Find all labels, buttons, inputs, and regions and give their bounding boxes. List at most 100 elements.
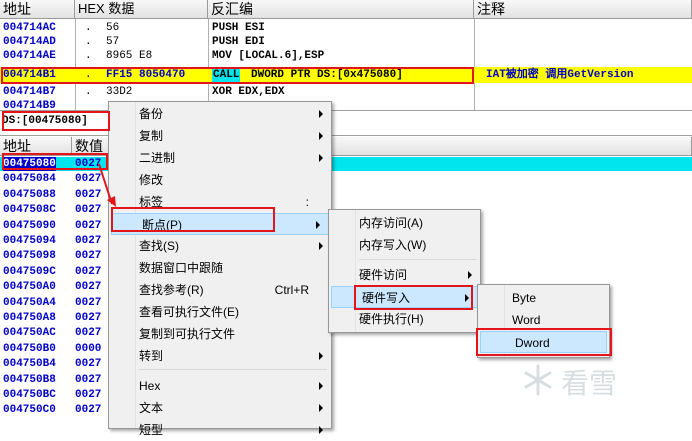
dump-value: 0027	[75, 312, 102, 324]
breakpoint-menu-item[interactable]: 内存写入(W)	[329, 234, 480, 256]
column-header-comment[interactable]: 注释	[474, 0, 692, 19]
dump-value: 0027	[75, 327, 102, 340]
dump-row[interactable]: 004750A8 0027	[0, 311, 108, 325]
dump-address: 004750B8	[3, 373, 56, 386]
dump-row[interactable]: 004750B8 0027	[0, 373, 108, 387]
context-menu-item[interactable]: 复制到可执行文件	[109, 323, 331, 345]
dump-row[interactable]: 0047509C 0027	[0, 265, 108, 279]
disasm-row[interactable]: 004714B9	[0, 100, 692, 110]
menu-item-label: 备份	[139, 107, 164, 121]
watermark-text: 看雪	[561, 367, 618, 400]
row-disasm: PUSH EDI	[212, 36, 265, 48]
dump-address: 004750C0	[3, 404, 56, 417]
context-menu-item[interactable]: 数据窗口中跟随	[109, 257, 331, 279]
breakpoint-menu-item[interactable]: 硬件访问	[329, 264, 480, 286]
row-address: 004714B7	[3, 86, 56, 98]
menu-item-label: 查看可执行文件(E)	[139, 305, 239, 319]
menu-item-shortcut: :	[305, 195, 309, 209]
disasm-row[interactable]: 004714AC . 56 PUSH ESI	[0, 22, 692, 35]
menu-item-label: 二进制	[139, 151, 176, 165]
dump-row[interactable]: 00475084 0027	[0, 172, 108, 186]
context-menu-item[interactable]: Hex	[109, 375, 331, 397]
context-menu-item[interactable]: 备份	[109, 103, 331, 125]
menu-item-label: 内存访问(A)	[359, 216, 423, 230]
context-menu-item[interactable]: 文本	[109, 397, 331, 419]
row-hex: 8965 E8	[106, 50, 153, 62]
column-header-address[interactable]: 地址	[0, 0, 75, 19]
submenu-arrow-icon	[319, 404, 323, 412]
menu-item-label: 内存写入(W)	[359, 238, 427, 252]
dump-value: 0027	[75, 404, 102, 417]
submenu-arrow-icon	[319, 382, 323, 390]
dump-address: 004750A4	[3, 296, 56, 309]
menu-item-label: 复制	[139, 129, 164, 143]
dump-address: 004750B0	[3, 342, 56, 355]
menu-item-label: 复制到可执行文件	[139, 327, 236, 341]
dump-row[interactable]: 0047508C 0027	[0, 203, 108, 217]
context-menu-item[interactable]: 复制	[109, 125, 331, 147]
context-menu-item[interactable]: 转到	[109, 345, 331, 367]
row-marker: .	[85, 36, 92, 48]
dump-value: 0027	[75, 219, 102, 232]
dump-value: 0027	[75, 358, 102, 371]
dump-address: 004750BC	[3, 389, 56, 401]
menu-item-label: 修改	[139, 173, 164, 187]
dump-row[interactable]: 004750BC 0027	[0, 388, 108, 402]
context-menu-item[interactable]: 查找参考(R) Ctrl+R	[109, 279, 331, 301]
context-menu-item[interactable]: 查找(S)	[109, 235, 331, 257]
submenu-arrow-icon	[468, 271, 472, 279]
annotation-box-dump-row	[2, 153, 108, 170]
menu-item-label: 数据窗口中跟随	[139, 261, 224, 275]
dump-value: 0027	[75, 235, 102, 247]
dump-address: 004750B4	[3, 358, 56, 371]
dump-row[interactable]: 004750C0 0027	[0, 403, 108, 417]
menu-item-label: 文本	[139, 401, 164, 415]
dump-row[interactable]: 004750AC 0027	[0, 326, 108, 340]
snowflake-logo-icon	[524, 364, 552, 396]
disasm-row[interactable]: 004714AE . 8965 E8 MOV [LOCAL.6],ESP	[0, 50, 692, 63]
dump-address: 00475090	[3, 219, 56, 232]
context-menu-item[interactable]: 二进制	[109, 147, 331, 169]
dump-rows: 00475080 0027 00475084 0027 00475088 0027 0047…	[0, 157, 110, 429]
row-marker: .	[85, 86, 92, 98]
breakpoint-menu-item[interactable]: 硬件执行(H)	[329, 308, 480, 330]
column-header-disasm[interactable]: 反汇编	[208, 0, 474, 19]
dump-value: 0027	[75, 265, 102, 278]
annotation-box-breakpoint	[111, 207, 275, 232]
menu-separator	[139, 369, 327, 370]
context-menu-item[interactable]: 查看可执行文件(E)	[109, 301, 331, 323]
dump-value: 0027	[75, 296, 102, 309]
dump-row[interactable]: 004750A4 0027	[0, 296, 108, 310]
context-menu-item[interactable]: 修改	[109, 169, 331, 191]
cpu-pane: 地址 HEX 数据 反汇编 注释 004714AC . 56 PUSH ESI …	[0, 0, 692, 110]
row-comment: IAT被加密 调用GetVersion	[486, 69, 634, 81]
dump-address: 004750A0	[3, 281, 56, 294]
watermark: 看雪	[521, 360, 671, 400]
dump-value: 0027	[75, 250, 102, 263]
dump-row[interactable]: 00475094 0027	[0, 234, 108, 248]
disasm-row[interactable]: 004714B7 . 33D2 XOR EDX,EDX	[0, 86, 692, 99]
annotation-box-info-address	[2, 111, 110, 131]
submenu-arrow-icon	[319, 242, 323, 250]
dump-row[interactable]: 00475088 0027	[0, 188, 108, 202]
row-address: 004714AC	[3, 22, 56, 34]
size-menu-item[interactable]: Byte	[478, 287, 609, 309]
dump-address: 00475084	[3, 173, 56, 186]
dump-row[interactable]: 004750B0 0000	[0, 342, 108, 356]
submenu-arrow-icon	[319, 426, 323, 434]
dump-address: 00475088	[3, 188, 56, 201]
menu-item-label: 硬件访问	[359, 268, 408, 282]
menu-item-label: Hex	[139, 379, 161, 393]
row-address: 004714AD	[3, 36, 56, 48]
column-header-hex[interactable]: HEX 数据	[75, 0, 208, 19]
dump-row[interactable]: 00475090 0027	[0, 219, 108, 233]
dump-row[interactable]: 004750A0 0027	[0, 280, 108, 294]
submenu-arrow-icon	[319, 132, 323, 140]
breakpoint-menu-item[interactable]: 内存访问(A)	[329, 212, 480, 234]
disasm-row[interactable]: 004714AD . 57 PUSH EDI	[0, 36, 692, 49]
context-menu-item[interactable]: 短型	[109, 419, 331, 441]
dump-value: 0027	[75, 389, 102, 401]
dump-row[interactable]: 004750B4 0027	[0, 357, 108, 371]
dump-row[interactable]: 00475098 0027	[0, 249, 108, 263]
row-marker: .	[85, 50, 92, 62]
